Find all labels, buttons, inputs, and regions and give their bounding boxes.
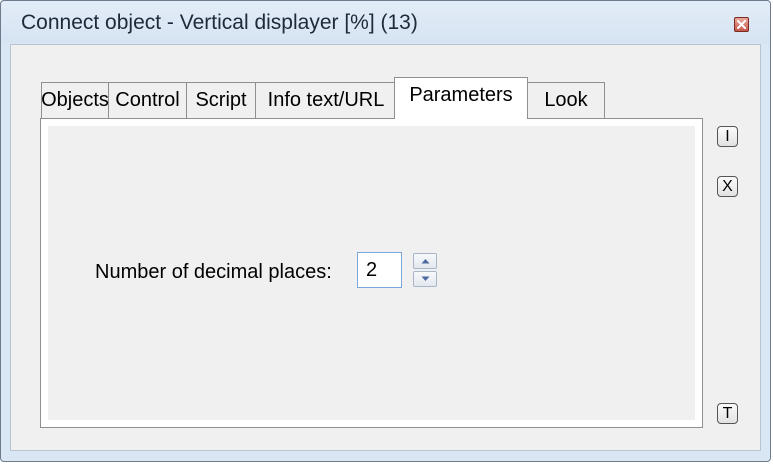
window-title: Connect object - Vertical displayer [%] …: [21, 11, 418, 34]
dialog-window: Connect object - Vertical displayer [%] …: [0, 0, 771, 462]
side-button-x[interactable]: X: [717, 176, 738, 197]
dialog-client-area: Objects Control Script Info text/URL Par…: [10, 44, 761, 451]
tab-label: Script: [195, 89, 247, 111]
tab-label: Control: [115, 89, 180, 111]
side-button-i[interactable]: I: [717, 126, 738, 147]
decimal-places-label: Number of decimal places:: [95, 261, 332, 283]
tab-label: Objects: [41, 89, 109, 111]
decimal-places-input[interactable]: 2: [357, 252, 402, 288]
chevron-up-icon: [421, 259, 429, 264]
tab-objects[interactable]: Objects: [41, 82, 109, 118]
spin-up-button[interactable]: [413, 253, 437, 269]
close-icon[interactable]: [734, 17, 749, 32]
tab-label: Info text/URL: [267, 89, 385, 111]
tab-look[interactable]: Look: [527, 82, 605, 118]
tab-script[interactable]: Script: [186, 82, 256, 118]
title-bar[interactable]: Connect object - Vertical displayer [%] …: [1, 1, 770, 43]
tab-label: Parameters: [409, 84, 513, 106]
tab-control[interactable]: Control: [108, 82, 187, 118]
close-x-glyph: [737, 20, 746, 29]
spin-down-button[interactable]: [413, 271, 437, 287]
decimal-places-spinner[interactable]: [413, 253, 437, 287]
tab-info-text-url[interactable]: Info text/URL: [255, 82, 397, 118]
chevron-down-icon: [421, 276, 429, 281]
tab-parameters[interactable]: Parameters: [394, 77, 528, 119]
side-button-t[interactable]: T: [717, 403, 738, 424]
tab-label: Look: [544, 89, 588, 111]
